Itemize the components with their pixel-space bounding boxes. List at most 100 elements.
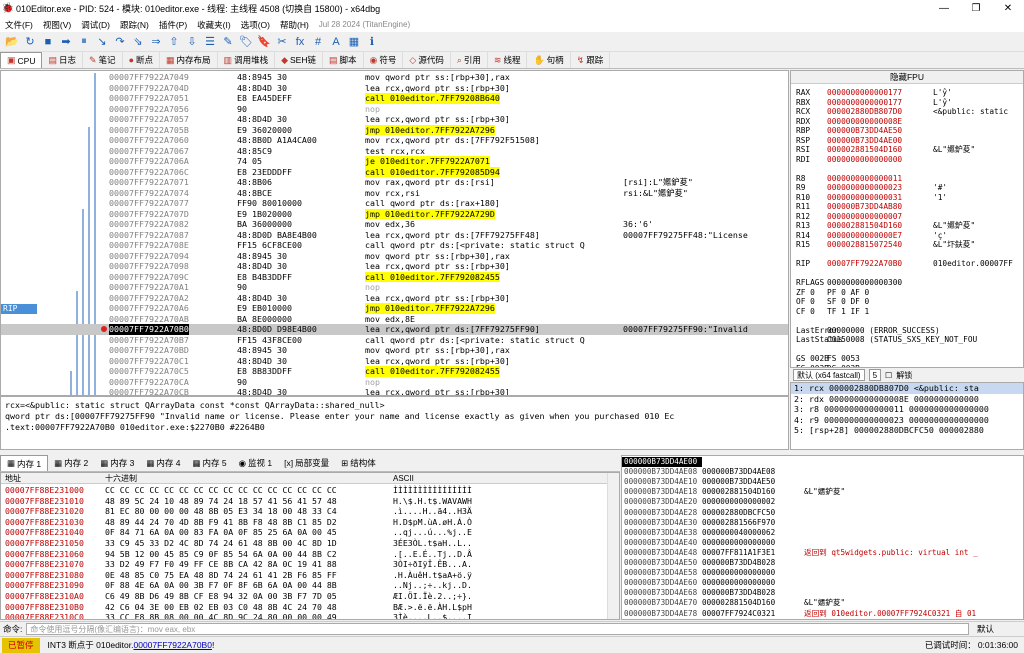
hide-fpu-button[interactable]: 隐藏FPU [791, 71, 1023, 84]
command-input[interactable]: 命令使用逗号分隔(像汇编语言)：mov eax, ebx [26, 622, 969, 635]
unlock-checkbox[interactable]: ☐ [885, 371, 892, 380]
tab-source[interactable]: ◇ 源代码 [403, 52, 451, 68]
tab-notes[interactable]: ✎ 笔记 [83, 52, 123, 68]
tab-dump-4[interactable]: ▦ 内存 4 [140, 455, 186, 471]
tab-threads[interactable]: ≋ 线程 [488, 52, 528, 68]
tab-memory-map[interactable]: ▦ 内存布局 [160, 52, 218, 68]
menu-plugins[interactable]: 插件(P) [154, 19, 192, 31]
disasm-row[interactable]: 00007FF7922A7056 90 nop [1, 104, 788, 115]
bookmark-icon[interactable]: 🔖 [255, 34, 273, 50]
step-over-icon[interactable]: ↷ [111, 34, 129, 50]
tab-dump-5[interactable]: ▦ 内存 5 [187, 455, 233, 471]
disasm-row[interactable]: 00007FF7922A70C5 E8 8B83DDFF call 010edito… [1, 366, 788, 377]
menu-favourites[interactable]: 收藏夹(I) [192, 19, 236, 31]
font-icon[interactable]: A [327, 34, 345, 50]
patch-icon[interactable]: ☰ [201, 34, 219, 50]
menu-view[interactable]: 视图(V) [38, 19, 76, 31]
label-icon[interactable]: 🏷 [237, 34, 255, 50]
menu-help[interactable]: 帮助(H) [275, 19, 314, 31]
arg-count-spinner[interactable]: 5 [868, 369, 882, 381]
tab-dump-3[interactable]: ▦ 内存 3 [94, 455, 140, 471]
arg-row[interactable]: 5: [rsp+28] 000002880DBCFC50 000002880 [791, 425, 1023, 436]
menu-debug[interactable]: 调试(D) [76, 19, 115, 31]
breakpoint-dot-icon[interactable] [101, 326, 107, 332]
tab-log[interactable]: ▤ 日志 [42, 52, 83, 68]
tab-cpu[interactable]: ▣ CPU [0, 52, 43, 68]
tab-watch-1[interactable]: ◉ 监视 1 [233, 455, 279, 471]
open-icon[interactable]: 📂 [3, 34, 21, 50]
fx-icon[interactable]: fx [291, 34, 309, 50]
disasm-row[interactable]: 00007FF7922A70CA 90 nop [1, 377, 788, 388]
arg-row[interactable]: 1: rcx 000002880DB807D0 <&public: sta [791, 383, 1023, 394]
arg-row[interactable]: 2: rdx 000000000000008E 0000000000000 [791, 394, 1023, 405]
status-address-link[interactable]: 00007FF7922A70B0 [134, 640, 212, 650]
disasm-row[interactable]: 00007FF7922A70C1 48:8D4D 30 lea rcx,qword … [1, 356, 788, 367]
menu-file[interactable]: 文件(F) [0, 19, 38, 31]
tab-dump-2[interactable]: ▦ 内存 2 [48, 455, 94, 471]
tab-struct[interactable]: ⊞ 结构体 [335, 455, 382, 471]
tab-trace[interactable]: ↯ 跟踪 [571, 52, 611, 68]
disasm-row[interactable]: 00007FF7922A70BD 48:8945 30 mov qword ptr … [1, 345, 788, 356]
step-into-icon[interactable]: ↘ [93, 34, 111, 50]
trace-over-icon[interactable]: ⇒ [147, 34, 165, 50]
disasm-row[interactable]: 00007FF7922A707D E9 1B020000 jmp 010editor… [1, 208, 788, 219]
disasm-row[interactable]: 00007FF7922A7077 FF90 80010000 call qword … [1, 198, 788, 209]
calling-convention-select[interactable]: 默认 (x64 fastcall) [793, 369, 865, 381]
disasm-row[interactable]: 00007FF7922A704D 48:8D4D 30 lea rcx,qword … [1, 83, 788, 94]
tab-script[interactable]: ▤ 脚本 [323, 52, 364, 68]
restart-icon[interactable]: ↻ [21, 34, 39, 50]
hash-icon[interactable]: # [309, 34, 327, 50]
minimize-button[interactable]: — [928, 0, 960, 17]
disasm-row[interactable]: 00007FF7922A70B0 48:8D0D D98E4B00 lea rcx,… [1, 324, 788, 335]
disasm-row[interactable]: 00007FF7922A7049 48:8945 30 mov qword ptr … [1, 72, 788, 83]
tab-symbols[interactable]: ◉ 符号 [364, 52, 404, 68]
command-mode-select[interactable]: 默认 [973, 623, 1024, 635]
tab-handles[interactable]: ✋ 句柄 [527, 52, 571, 68]
disasm-row[interactable]: 00007FF7922A7060 48:8B0D A1A4CA00 mov rcx,… [1, 135, 788, 146]
tab-breakpoints[interactable]: ● 断点 [123, 52, 161, 68]
disasm-row[interactable]: 00007FF7922A70A2 48:8D4D 30 lea rcx,qword … [1, 293, 788, 304]
stack-row[interactable]: 000000B73DD4AE00 000000B73DD4AE00 [622, 457, 775, 468]
calc-icon[interactable]: ▦ [345, 34, 363, 50]
run-icon[interactable]: ➡ [57, 34, 75, 50]
disasm-row[interactable]: 00007FF7922A7071 48:8B06 mov rax,qword ptr… [1, 177, 788, 188]
tab-call-stack[interactable]: ▥ 调用堆栈 [218, 52, 276, 68]
disasm-row[interactable]: 00007FF7922A70CB 48:8D4D 30 lea rcx,qword … [1, 387, 788, 395]
disasm-row[interactable]: 00007FF7922A70A6 E9 EB010000 jmp 010editor… [1, 303, 788, 314]
disasm-row[interactable]: 00007FF7922A708E FF15 6CF8CE00 call qword … [1, 240, 788, 251]
disasm-row[interactable]: 00007FF7922A7067 48:85C9 test rcx,rcx [1, 146, 788, 157]
registers-panel[interactable]: 隐藏FPU RAX 0000000000000177 L'ŷ' RBX 00000000… [790, 70, 1024, 368]
disassembly-view[interactable]: RIP 00007FF7922A7049 48:8945 30 mov qword … [0, 70, 789, 396]
pause-icon[interactable]: ⏸ [75, 34, 93, 50]
disasm-row[interactable]: 00007FF7922A7087 48:8D0D BA8E4B00 lea rcx,… [1, 230, 788, 241]
disasm-row[interactable]: 00007FF7922A7094 48:8945 30 mov qword ptr … [1, 251, 788, 262]
tab-dump-1[interactable]: ▦ 内存 1 [0, 455, 49, 471]
run-to-user-icon[interactable]: ⇧ [165, 34, 183, 50]
tab-references[interactable]: ⌕ 引用 [451, 52, 488, 68]
disasm-row[interactable]: 00007FF7922A70B7 FF15 43F8CE00 call qword … [1, 335, 788, 346]
arg-row[interactable]: 3: r8 0000000000000011 0000000000000000 [791, 404, 1023, 415]
close-button[interactable]: ✕ [992, 0, 1024, 17]
disasm-row[interactable]: 00007FF7922A7082 BA 36000000 mov edx,36 36:… [1, 219, 788, 230]
arg-row[interactable]: 4: r9 0000000000000023 0000000000000000 [791, 415, 1023, 426]
arguments-panel[interactable]: 1: rcx 000002880DB807D0 <&public: sta 2:… [790, 382, 1024, 450]
function-icon[interactable]: ✂ [273, 34, 291, 50]
tab-seh[interactable]: ◆ SEH链 [275, 52, 323, 68]
script-icon[interactable]: ⇩ [183, 34, 201, 50]
info-icon[interactable]: ℹ [363, 34, 381, 50]
disasm-row[interactable]: 00007FF7922A709C E8 B4B3DDFF call 010edito… [1, 271, 788, 282]
disasm-row[interactable]: 00007FF7922A70A1 90 nop [1, 282, 788, 293]
maximize-button[interactable]: ❐ [960, 0, 992, 17]
tab-locals[interactable]: [x] 局部变量 [278, 455, 335, 471]
memory-dump[interactable]: 地址 十六进制 ASCII 00007FF88E231000 CC CC CC C… [0, 472, 620, 620]
dump-scrollbar[interactable] [607, 473, 619, 619]
disasm-row[interactable]: 00007FF7922A706C E8 23EDDDFF call 010edito… [1, 166, 788, 177]
disasm-row[interactable]: 00007FF7922A705B E9 36020000 jmp 010editor… [1, 124, 788, 135]
menu-trace[interactable]: 跟踪(N) [115, 19, 154, 31]
trace-into-icon[interactable]: ⇘ [129, 34, 147, 50]
disasm-row[interactable]: 00007FF7922A70AB BA 8E000000 mov edx,8E [1, 314, 788, 325]
disasm-row[interactable]: 00007FF7922A7098 48:8D4D 30 lea rcx,qword … [1, 261, 788, 272]
stack-view[interactable]: 000000B73DD4AE00 000000B73DD4AE00 000000B7… [621, 455, 1024, 620]
disasm-row[interactable]: 00007FF7922A7074 48:8BCE mov rcx,rsi rsi:&L… [1, 188, 788, 199]
disasm-row[interactable]: 00007FF7922A706A 74 05 je 010editor.7FF792… [1, 156, 788, 167]
